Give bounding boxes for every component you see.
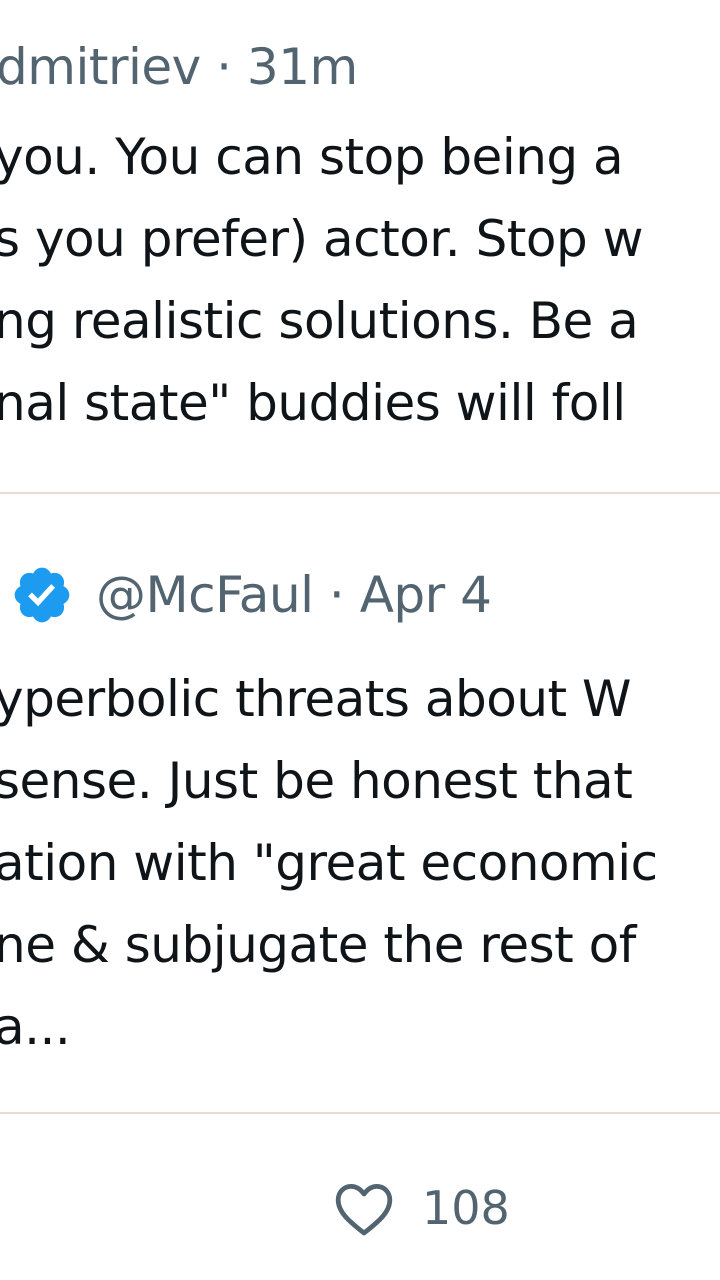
quoted-tweet-header[interactable]: @McFaul · Apr 4	[10, 560, 492, 630]
quoted-tweet-text[interactable]: yperbolic threats about W sense. Just be…	[0, 658, 658, 1068]
verified-badge-icon	[10, 563, 74, 627]
quote-line: yperbolic threats about W	[0, 670, 631, 728]
quote-line: ne & subjugate the rest of	[0, 916, 636, 974]
quote-line: ation with "great economic	[0, 834, 658, 892]
quote-line: sense. Just be honest that	[0, 752, 633, 810]
reply-text: you. You can stop being a s you prefer) …	[0, 116, 644, 444]
reply-line: s you prefer) actor. Stop w	[0, 210, 644, 268]
reply-line: you. You can stop being a	[0, 128, 624, 186]
reply-line: nal state" buddies will foll	[0, 374, 626, 432]
reply-line: ng realistic solutions. Be a	[0, 292, 639, 350]
like-count: 108	[422, 1181, 510, 1235]
post-detail-view: dmitriev · 31m you. You can stop being a…	[0, 0, 720, 1280]
reply-author-time[interactable]: dmitriev · 31m	[0, 38, 358, 96]
section-divider	[0, 1112, 720, 1114]
quoted-handle-date[interactable]: @McFaul · Apr 4	[96, 566, 492, 624]
like-button[interactable]: 108	[332, 1176, 510, 1240]
section-divider	[0, 492, 720, 494]
quote-line: a...	[0, 998, 71, 1056]
heart-icon	[332, 1179, 396, 1237]
